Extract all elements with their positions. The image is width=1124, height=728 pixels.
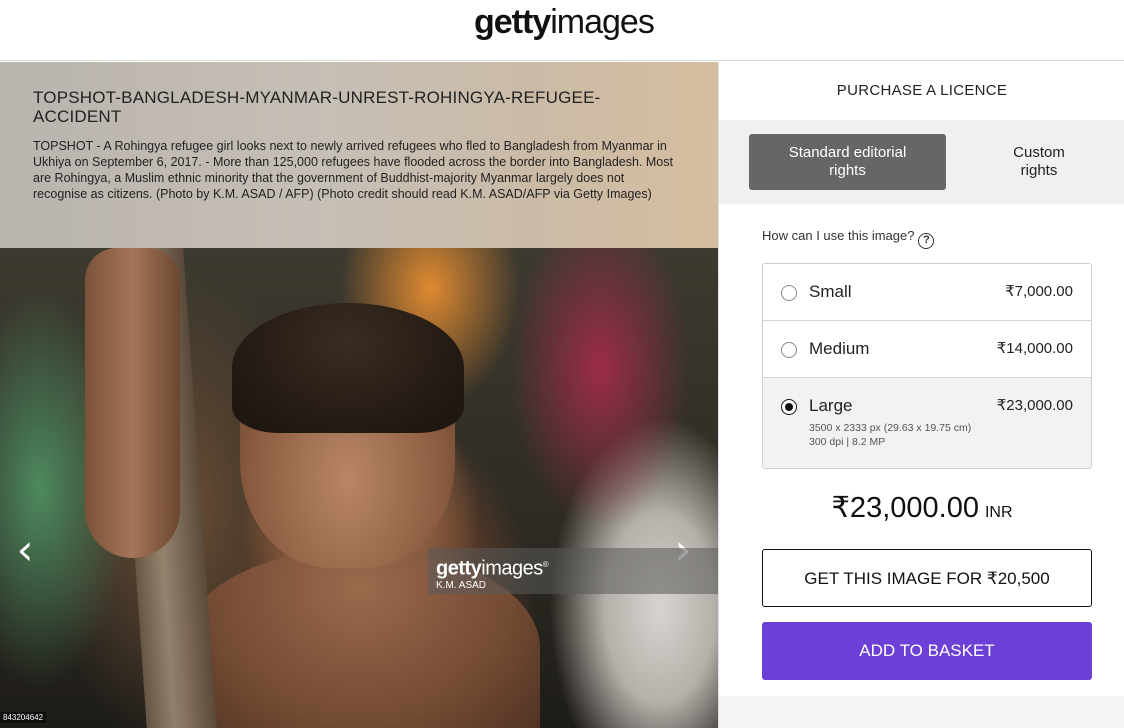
licence-options: How can I use this image?? Small ₹7,000.…: [719, 204, 1124, 696]
get-this-image-button[interactable]: GET THIS IMAGE FOR ₹20,500: [762, 549, 1092, 607]
add-to-basket-button[interactable]: ADD TO BASKET: [762, 622, 1092, 680]
photo: ‹ › gettyimages® K.M. ASAD 843204642: [0, 248, 718, 728]
size-details: 3500 x 2333 px (29.63 x 19.75 cm) 300 dp…: [809, 422, 972, 448]
price-large: ₹23,000.00: [996, 397, 1073, 414]
size-option-large[interactable]: Large ₹23,000.00 3500 x 2333 px (29.63 x…: [763, 378, 1091, 468]
help-icon[interactable]: ?: [918, 233, 935, 249]
previous-image-arrow-icon[interactable]: ‹: [10, 529, 40, 571]
radio-large[interactable]: [781, 399, 797, 415]
getty-watermark: gettyimages® K.M. ASAD: [428, 548, 718, 594]
caption-panel: TOPSHOT-BANGLADESH-MYANMAR-UNREST-ROHING…: [0, 62, 718, 248]
tab-custom-rights[interactable]: Custom rights: [959, 144, 1119, 180]
usage-question: How can I use this image??: [762, 228, 935, 249]
image-id: 843204642: [0, 712, 47, 723]
tab-standard-editorial-rights[interactable]: Standard editorial rights: [749, 134, 946, 190]
image-viewer: TOPSHOT-BANGLADESH-MYANMAR-UNREST-ROHING…: [0, 62, 718, 728]
rights-tabs: Standard editorial rights Custom rights: [719, 120, 1124, 204]
size-option-small[interactable]: Small ₹7,000.00: [763, 264, 1091, 321]
getty-images-logo[interactable]: gettyimages: [474, 2, 655, 42]
radio-medium[interactable]: [781, 342, 797, 358]
price-medium: ₹14,000.00: [996, 340, 1073, 357]
radio-small[interactable]: [781, 285, 797, 301]
purchase-panel: PURCHASE A LICENCE Standard editorial ri…: [718, 62, 1124, 728]
price-small: ₹7,000.00: [1005, 283, 1073, 300]
panel-title: PURCHASE A LICENCE: [719, 62, 1124, 120]
size-option-medium[interactable]: Medium ₹14,000.00: [763, 321, 1091, 378]
image-caption: TOPSHOT - A Rohingya refugee girl looks …: [33, 139, 673, 201]
photo-credit: K.M. ASAD: [436, 579, 487, 591]
image-title: TOPSHOT-BANGLADESH-MYANMAR-UNREST-ROHING…: [33, 88, 601, 126]
size-options: Small ₹7,000.00 Medium ₹14,000.00 Large …: [762, 263, 1092, 469]
site-header: gettyimages: [0, 0, 1124, 61]
total-price: ₹23,000.00 INR: [831, 492, 1013, 524]
